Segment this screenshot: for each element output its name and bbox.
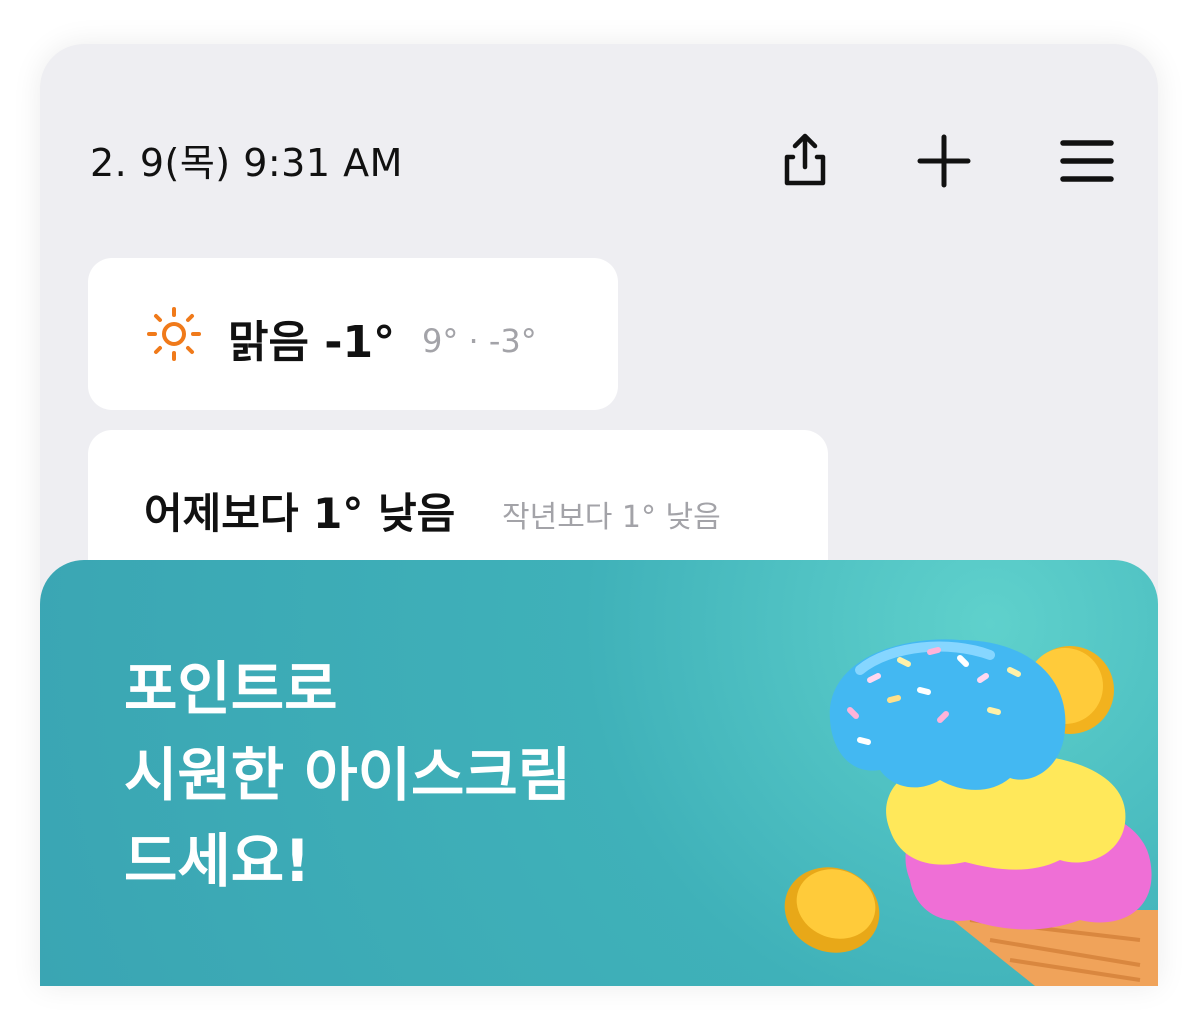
weather-condition-temperature: 맑음 -1°	[228, 317, 396, 368]
promo-line: 포인트로	[124, 655, 338, 723]
promo-banner[interactable]: 포인트로 시원한 아이스크림 드세요!	[40, 560, 1158, 986]
date-time-label: 2. 9(목) 9:31 AM	[90, 141, 403, 185]
sun-icon	[147, 307, 201, 361]
compare-yesterday-text: 어제보다 1° 낮음	[144, 489, 456, 538]
add-button[interactable]	[909, 126, 979, 196]
promo-line: 드세요!	[124, 827, 311, 895]
weather-card[interactable]: 맑음 -1° 9° · -3°	[88, 258, 618, 410]
compare-last-year-text: 작년보다 1° 낮음	[502, 500, 721, 535]
plus-icon	[917, 134, 971, 188]
share-button[interactable]	[770, 126, 840, 196]
app-screen: 2. 9(목) 9:31 AM 맑음 -1° 9° · -3° 어제보다 1° …	[40, 44, 1158, 986]
high-low-temperature: 9° · -3°	[422, 322, 537, 360]
hamburger-menu-icon	[1060, 140, 1114, 182]
promo-line: 시원한 아이스크림	[124, 741, 572, 809]
menu-button[interactable]	[1052, 126, 1122, 196]
share-icon	[784, 133, 826, 186]
promo-headline: 포인트로 시원한 아이스크림 드세요!	[124, 646, 571, 904]
ice-cream-illustration	[784, 639, 1158, 986]
